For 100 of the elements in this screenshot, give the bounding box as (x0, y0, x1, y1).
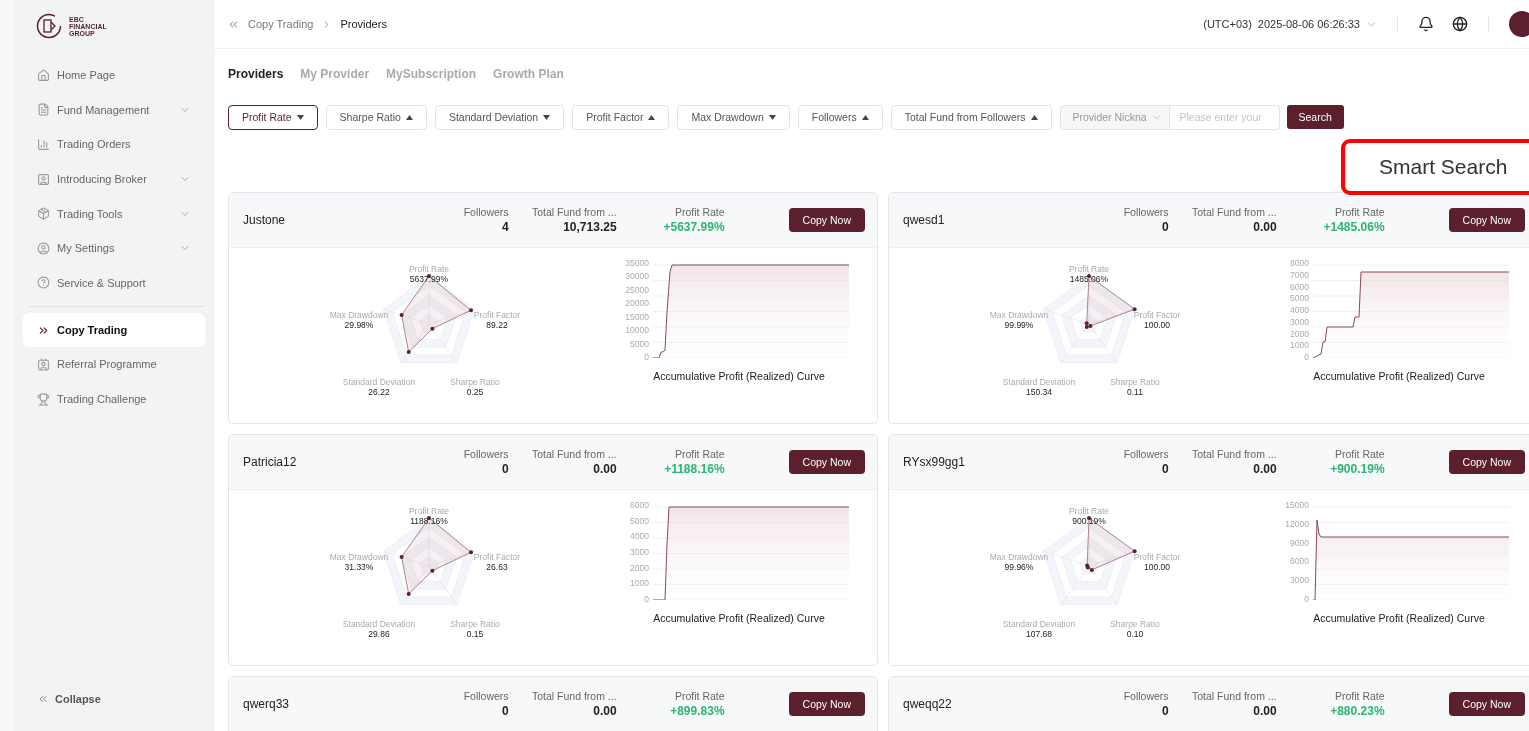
radar-axis-value: 100.00 (1144, 562, 1170, 572)
sidebar-item[interactable]: Referral Programme (23, 347, 205, 382)
collapse-button[interactable]: Collapse (23, 679, 205, 719)
axis-tick-label: 0 (644, 351, 649, 362)
axis-tick-label: 10000 (625, 325, 649, 336)
axis-tick-label: 2000 (630, 562, 649, 573)
copy-now-button[interactable]: Copy Now (788, 208, 865, 232)
stat-value: 0 (501, 704, 509, 718)
stat-label: Followers (463, 690, 509, 702)
radar-axis-value: 0.15 (466, 629, 484, 639)
axis-tick-label: 15000 (625, 311, 649, 322)
sidebar-item[interactable]: Introducing Broker (23, 161, 205, 197)
help-icon (37, 276, 50, 290)
sidebar-item[interactable]: Fund Management (23, 92, 205, 128)
radar-axis-value: 900.19% (1072, 516, 1106, 526)
copy-now-button[interactable]: Copy Now (788, 450, 865, 474)
globe-icon[interactable] (1452, 16, 1468, 32)
sidebar-item[interactable]: Copy Trading (23, 313, 205, 348)
radar-axis-label: Max Drawdown (329, 552, 389, 562)
axis-tick-label: 4000 (630, 531, 649, 542)
bar-chart-icon (37, 138, 50, 151)
stat-label: Followers (463, 206, 509, 218)
radar-axis-value: 1485.06% (1069, 274, 1109, 284)
radar-axis-value: 89.22 (486, 320, 508, 330)
sort-button[interactable]: Followers (797, 104, 883, 130)
stat-value: 0.00 (593, 462, 617, 476)
stat-value: 0.00 (1253, 704, 1277, 718)
tab[interactable]: Providers (228, 67, 284, 81)
search-field[interactable]: Please enter your (1169, 104, 1280, 130)
sort-button[interactable]: Sharpe Ratio (325, 104, 427, 130)
avatar[interactable] (1509, 11, 1529, 37)
axis-tick-label: 2000 (1290, 328, 1309, 339)
sort-button[interactable]: Profit Rate (228, 104, 318, 130)
stat-label: Followers (1123, 206, 1169, 218)
sort-button[interactable]: Profit Factor (572, 104, 670, 130)
sort-button[interactable]: Total Fund from Followers (890, 104, 1052, 130)
radar-axis-value: 29.98% (344, 320, 374, 330)
box-icon (37, 207, 50, 221)
datetime-text[interactable]: 2025-08-06 06:26:33 (1257, 18, 1360, 30)
radar-axis-label: Standard Deviation (342, 377, 416, 387)
search-button[interactable]: Search (1286, 105, 1344, 129)
axis-tick-label: 3000 (630, 546, 649, 557)
copy-now-button[interactable]: Copy Now (788, 692, 865, 716)
notification-icon[interactable] (1418, 16, 1434, 32)
stat-value: 4 (501, 220, 509, 234)
stat-value: 0.00 (1253, 462, 1277, 476)
collapse-icon (37, 693, 49, 705)
stat-label: Followers (463, 448, 509, 460)
copy-now-button[interactable]: Copy Now (1448, 450, 1525, 474)
provider-name: qweqq22 (903, 697, 953, 711)
sort-button[interactable]: Max Drawdown (677, 104, 790, 130)
provider-name: qwerq33 (243, 697, 291, 711)
sidebar-item[interactable]: Home Page (23, 58, 205, 93)
radar-axis-label: Profit Rate (408, 506, 450, 516)
home-icon (37, 68, 50, 82)
axis-tick-label: 8000 (1290, 258, 1309, 268)
sidebar-item[interactable]: Trading Orders (23, 127, 205, 162)
radar-axis-label: Sharpe Ratio (1110, 619, 1160, 629)
sidebar-item[interactable]: Trading Challenge (23, 381, 205, 417)
stat-value: 0 (1161, 462, 1169, 476)
radar-axis-value: 150.34 (1026, 387, 1052, 397)
axis-tick-label: 7000 (1290, 269, 1309, 280)
sidebar-item[interactable]: Service & Support (23, 265, 205, 301)
stat-label: Profit Rate (1334, 448, 1385, 460)
radar-axis-value: 5637.99% (409, 274, 449, 284)
stat-value: +5637.99% (663, 220, 725, 234)
stat-value: 0 (1161, 220, 1169, 234)
axis-tick-label: 5000 (630, 338, 649, 349)
radar-axis-label: Profit Factor (1133, 552, 1181, 562)
user-icon (37, 241, 50, 255)
radar-axis-value: 29.86 (368, 629, 390, 639)
radar-axis-label: Profit Rate (408, 264, 450, 274)
axis-tick-label: 0 (644, 593, 649, 604)
document-icon (37, 103, 50, 117)
breadcrumb-item[interactable]: Copy Trading (248, 18, 314, 30)
radar-axis-label: Standard Deviation (1002, 619, 1076, 629)
stat-label: Total Fund from ... (531, 206, 617, 218)
sidebar-item[interactable]: Trading Tools (23, 196, 205, 231)
radar-axis-label: Profit Factor (473, 310, 521, 320)
axis-tick-label: 4000 (1290, 305, 1309, 315)
provider-name: Patricia12 (243, 455, 298, 469)
copy-now-button[interactable]: Copy Now (1448, 692, 1525, 716)
axis-tick-label: 6000 (1290, 556, 1309, 567)
axis-tick-label: 0 (1304, 352, 1309, 362)
chart-caption: Accumulative Profit (Realized) Curve (1313, 370, 1485, 382)
stat-value: +1485.06% (1323, 220, 1385, 234)
timezone-text[interactable]: (UTC+03) (1203, 18, 1252, 30)
radar-axis-label: Standard Deviation (342, 619, 416, 629)
copy-now-button[interactable]: Copy Now (1448, 208, 1525, 232)
stat-label: Profit Rate (1334, 206, 1385, 218)
axis-tick-label: 3000 (1290, 316, 1309, 327)
axis-tick-label: 20000 (625, 298, 649, 309)
chart-caption: Accumulative Profit (Realized) Curve (1313, 612, 1485, 624)
sidebar-item[interactable]: My Settings (23, 230, 205, 266)
sort-button[interactable]: Standard Deviation (434, 104, 565, 130)
stat-value: 0 (501, 462, 509, 476)
stat-label: Total Fund from ... (531, 448, 617, 460)
stat-value: +880.23% (1330, 704, 1385, 718)
breadcrumb-item[interactable]: Providers (340, 18, 387, 30)
axis-tick-label: 9000 (1290, 537, 1309, 548)
